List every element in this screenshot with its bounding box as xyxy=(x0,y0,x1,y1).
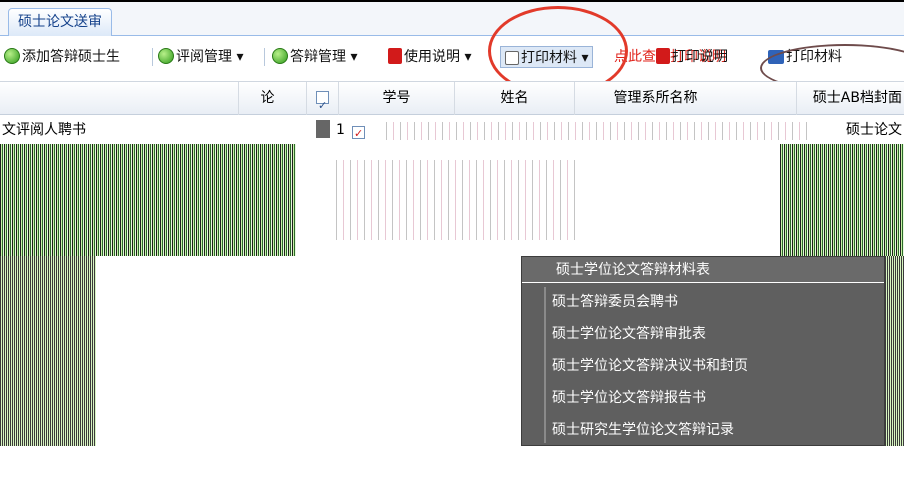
pdf-icon xyxy=(388,48,402,64)
menu-item-resolution-cover[interactable]: 硕士学位论文答辩决议书和封页 xyxy=(522,353,884,379)
review-icon xyxy=(158,48,174,64)
row-cell-text: 硕士论文 xyxy=(846,122,902,138)
add-defense-student-button[interactable]: 添加答辩硕士生 xyxy=(4,46,120,68)
toolbar-label: 使用说明 xyxy=(404,49,460,65)
column-header-name[interactable]: 姓名 xyxy=(454,82,574,115)
toolbar-divider xyxy=(152,48,153,66)
select-all-checkbox[interactable] xyxy=(306,82,338,122)
toolbar-label: 答辩管理 xyxy=(290,49,346,65)
image-noise-block xyxy=(780,144,904,256)
menu-title[interactable]: 硕士学位论文答辩材料表 xyxy=(522,257,884,283)
pdf-icon xyxy=(656,48,670,64)
toolbar-label: 评阅管理 xyxy=(176,49,232,65)
grid-header: 论 学号 姓名 管理系所名称 硕士AB档封面 xyxy=(0,81,904,122)
toolbar-label: 添加答辩硕士生 xyxy=(22,49,120,65)
column-header-student-id[interactable]: 学号 xyxy=(338,82,454,115)
review-management-button[interactable]: 评阅管理 ▾ xyxy=(158,46,243,68)
chevron-down-icon: ▾ xyxy=(236,49,244,65)
image-noise-block xyxy=(0,144,296,256)
menu-item-defense-record[interactable]: 硕士研究生学位论文答辩记录 xyxy=(522,417,884,443)
defense-management-button[interactable]: 答辩管理 ▾ xyxy=(272,46,357,68)
toolbar-label: 打印说明 xyxy=(672,49,728,65)
column-header-thesis[interactable]: 论 xyxy=(238,82,296,115)
menu-item-committee-letter[interactable]: 硕士答辩委员会聘书 xyxy=(522,289,884,315)
chevron-down-icon: ▾ xyxy=(464,49,472,65)
grid-empty-area xyxy=(0,446,904,498)
menu-item-defense-report[interactable]: 硕士学位论文答辩报告书 xyxy=(522,385,884,411)
column-header-ab-cover[interactable]: 硕士AB档封面 xyxy=(796,82,904,115)
checkbox[interactable] xyxy=(316,89,329,122)
toolbar-divider xyxy=(264,48,265,66)
image-noise-block xyxy=(330,160,580,240)
row-noise xyxy=(380,122,810,140)
print-instructions-button[interactable]: 打印说明 xyxy=(656,46,728,68)
row-checkbox[interactable] xyxy=(352,123,365,144)
row-selector[interactable] xyxy=(316,120,330,138)
row-cell-text: 文评阅人聘书 xyxy=(2,122,86,138)
row-number: 1 xyxy=(336,122,345,138)
chevron-down-icon: ▾ xyxy=(350,49,358,65)
tab-strip: 硕士论文送审 xyxy=(0,2,904,37)
image-noise-block xyxy=(0,256,96,446)
print-materials-menu: 硕士学位论文答辩材料表 硕士答辩委员会聘书 硕士学位论文答辩审批表 硕士学位论文… xyxy=(521,256,885,446)
menu-item-approval-form[interactable]: 硕士学位论文答辩审批表 xyxy=(522,321,884,347)
user-guide-button[interactable]: 使用说明 ▾ xyxy=(388,46,471,68)
checkbox[interactable] xyxy=(352,124,365,144)
tab-thesis-review[interactable]: 硕士论文送审 xyxy=(8,8,112,37)
defense-icon xyxy=(272,48,288,64)
add-icon xyxy=(4,48,20,64)
column-header-department[interactable]: 管理系所名称 xyxy=(574,82,736,115)
image-noise-block xyxy=(885,256,904,446)
